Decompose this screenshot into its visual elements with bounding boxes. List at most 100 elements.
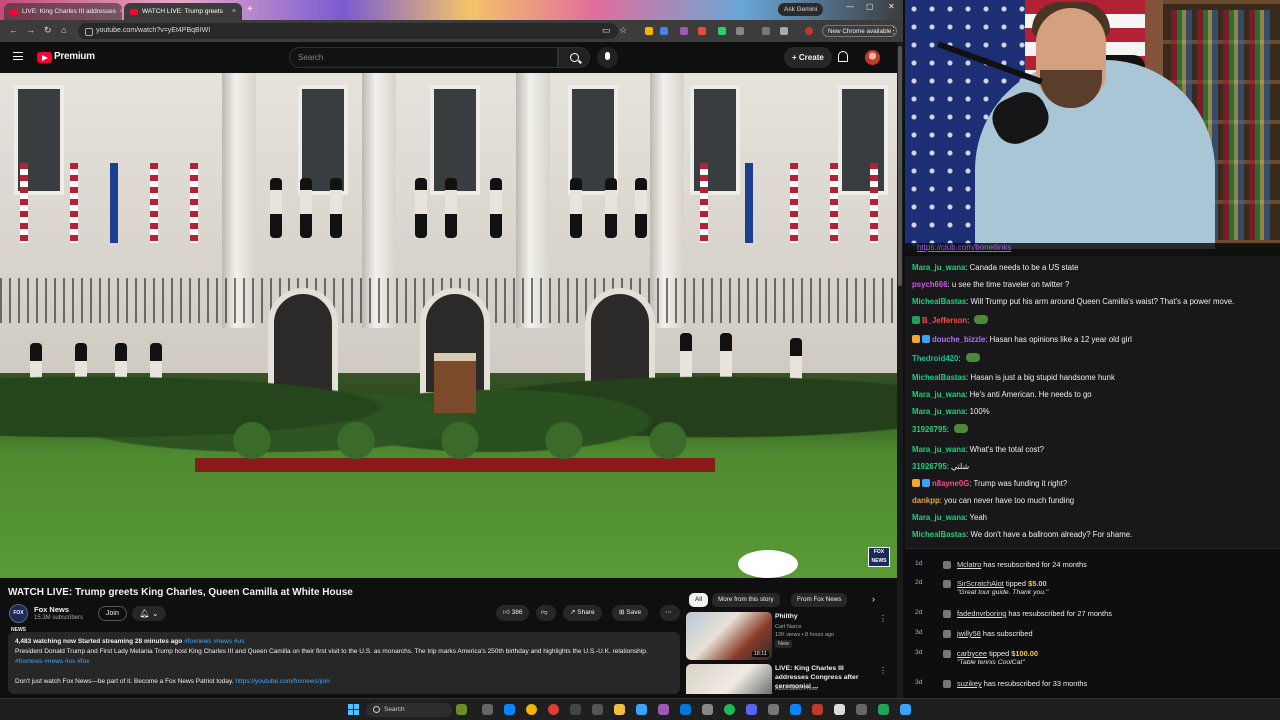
forward-arrow-icon[interactable]: → xyxy=(26,25,35,35)
more-options-icon[interactable]: ⋮ xyxy=(879,614,887,623)
chip-all[interactable]: All xyxy=(689,593,708,607)
chat-username[interactable]: Mara_ju_wana xyxy=(912,445,965,454)
download-icon[interactable] xyxy=(780,27,788,35)
app-icon[interactable] xyxy=(768,704,779,715)
chat-username[interactable]: B_Jefferson xyxy=(922,316,967,325)
discord-icon[interactable] xyxy=(746,704,757,715)
page-scrollbar[interactable] xyxy=(897,42,903,698)
description-box[interactable]: 4,483 watching now Started streaming 28 … xyxy=(8,632,680,694)
rec-channel[interactable]: Associated Press xyxy=(775,685,818,693)
extension-icon[interactable] xyxy=(645,27,653,35)
chip-more-from-story[interactable]: More from this story xyxy=(712,593,780,607)
chat-username[interactable]: douche_bizzle xyxy=(932,335,985,344)
chat-username[interactable]: MichealBastas xyxy=(912,530,966,539)
chat-badge-icon[interactable] xyxy=(922,335,930,343)
chat-username[interactable]: MichealBastas xyxy=(912,297,966,306)
event-username[interactable]: fadednvrboring xyxy=(957,609,1006,618)
ask-gemini-button[interactable]: Ask Gemini xyxy=(778,3,824,16)
stream-link[interactable]: https://club.com/bonetlinks xyxy=(917,243,1011,252)
share-button[interactable]: ↗ Share xyxy=(563,605,602,621)
dislike-button[interactable]: 👎︎ xyxy=(536,605,556,621)
app-icon[interactable] xyxy=(834,704,845,715)
obs-icon[interactable] xyxy=(570,704,581,715)
app-icon[interactable] xyxy=(636,704,647,715)
join-button[interactable]: Join xyxy=(98,606,127,621)
minimize-icon[interactable]: — xyxy=(846,2,854,11)
like-button[interactable]: 👍︎ 386 xyxy=(496,605,530,621)
widgets-icon[interactable] xyxy=(456,704,467,715)
hamburger-menu-icon[interactable] xyxy=(13,52,23,60)
file-explorer-icon[interactable] xyxy=(614,704,625,715)
maximize-icon[interactable]: ▢ xyxy=(866,2,874,11)
chrome-profile-icon[interactable] xyxy=(548,704,559,715)
rec-channel[interactable]: Cart Narcs xyxy=(775,623,801,631)
chat-username[interactable]: Mara_ju_wana xyxy=(912,513,965,522)
app-icon[interactable] xyxy=(702,704,713,715)
chat-username[interactable]: Mara_ju_wana xyxy=(912,263,965,272)
chat-badge-icon[interactable] xyxy=(912,335,920,343)
task-view-icon[interactable] xyxy=(482,704,493,715)
new-tab-icon[interactable]: + xyxy=(247,4,253,15)
chat-badge-icon[interactable] xyxy=(912,316,920,324)
video-player[interactable]: FOX NEWS xyxy=(0,73,897,578)
chrome-icon[interactable] xyxy=(526,704,537,715)
account-avatar[interactable] xyxy=(865,50,880,65)
extensions-puzzle-icon[interactable] xyxy=(736,27,744,35)
join-link[interactable]: https://youtube.com/foxnews/join xyxy=(235,678,329,685)
event-username[interactable]: suzikey xyxy=(957,679,982,688)
notifications-bell-icon[interactable] xyxy=(838,51,848,62)
chrome-menu-icon[interactable]: ⋮ xyxy=(889,25,898,36)
tab-king-charles[interactable]: LIVE: King Charles III addresses × xyxy=(4,3,122,20)
app-icon[interactable] xyxy=(592,704,603,715)
cast-icon[interactable]: ▭ xyxy=(602,25,611,36)
channel-name[interactable]: Fox News xyxy=(34,605,69,614)
event-username[interactable]: jwilly58 xyxy=(957,629,981,638)
chat-username[interactable]: MichealBastas xyxy=(912,373,966,382)
recommended-video[interactable]: LIVE: King Charles III addresses Congres… xyxy=(686,664,891,694)
extension-icon[interactable] xyxy=(680,27,688,35)
home-icon[interactable]: ⌂ xyxy=(61,25,66,35)
create-button[interactable]: + Create xyxy=(784,47,832,68)
extension-icon[interactable] xyxy=(660,27,668,35)
extension-icon[interactable] xyxy=(718,27,726,35)
video-thumbnail[interactable]: 18:11 xyxy=(686,612,772,660)
app-icon[interactable] xyxy=(812,704,823,715)
chat-badge-icon[interactable] xyxy=(922,479,930,487)
channel-avatar[interactable]: FOX NEWS xyxy=(9,604,28,633)
tab-watch-live[interactable]: WATCH LIVE: Trump greets × xyxy=(124,3,242,20)
chat-username[interactable]: dankpp xyxy=(912,496,940,505)
bookmark-star-icon[interactable]: ☆ xyxy=(619,25,627,36)
more-actions-button[interactable]: ⋯ xyxy=(660,605,680,621)
app-icon[interactable] xyxy=(680,704,691,715)
youtube-premium-logo[interactable]: Premium xyxy=(54,51,95,62)
event-username[interactable]: Mclatro xyxy=(957,560,981,569)
app-icon[interactable] xyxy=(790,704,801,715)
new-chrome-available-button[interactable]: New Chrome available xyxy=(822,25,898,37)
chat-username[interactable]: 31926795 xyxy=(912,425,947,434)
chip-from-fox-news[interactable]: From Fox News xyxy=(791,593,848,607)
edge-icon[interactable] xyxy=(504,704,515,715)
rec-title[interactable]: Philthy xyxy=(775,612,879,621)
reload-icon[interactable]: ↻ xyxy=(44,25,52,36)
chat-username[interactable]: n8ayne0G xyxy=(932,479,969,488)
description-body-tags[interactable]: #foxnews #news #us #fox xyxy=(15,658,89,665)
description-stats-tags[interactable]: #foxnews #news #us xyxy=(184,638,244,645)
app-icon[interactable] xyxy=(658,704,669,715)
chevron-right-icon[interactable]: › xyxy=(872,594,875,604)
subscribed-bell-button[interactable]: 🔔︎ ⌄ xyxy=(132,606,166,621)
back-arrow-icon[interactable]: ← xyxy=(9,25,18,35)
search-icon[interactable] xyxy=(558,47,590,68)
chat-username[interactable]: Thedroid420 xyxy=(912,354,958,363)
sidepanel-icon[interactable] xyxy=(762,27,770,35)
start-windows-icon[interactable] xyxy=(348,704,359,715)
event-username[interactable]: SirScratchAlot xyxy=(957,579,1004,588)
chat-username[interactable]: Mara_ju_wana xyxy=(912,390,965,399)
url-field[interactable]: youtube.com/watch?v=yEt4PBqBIWI xyxy=(78,23,618,39)
more-options-icon[interactable]: ⋮ xyxy=(879,666,887,675)
youtube-logo-icon[interactable] xyxy=(37,52,52,63)
close-tab-icon[interactable]: × xyxy=(120,8,122,15)
save-button[interactable]: ⊞ Save xyxy=(612,605,649,621)
video-thumbnail[interactable] xyxy=(686,664,772,694)
event-username[interactable]: carbycee xyxy=(957,649,987,658)
chat-username[interactable]: psych666 xyxy=(912,280,948,289)
